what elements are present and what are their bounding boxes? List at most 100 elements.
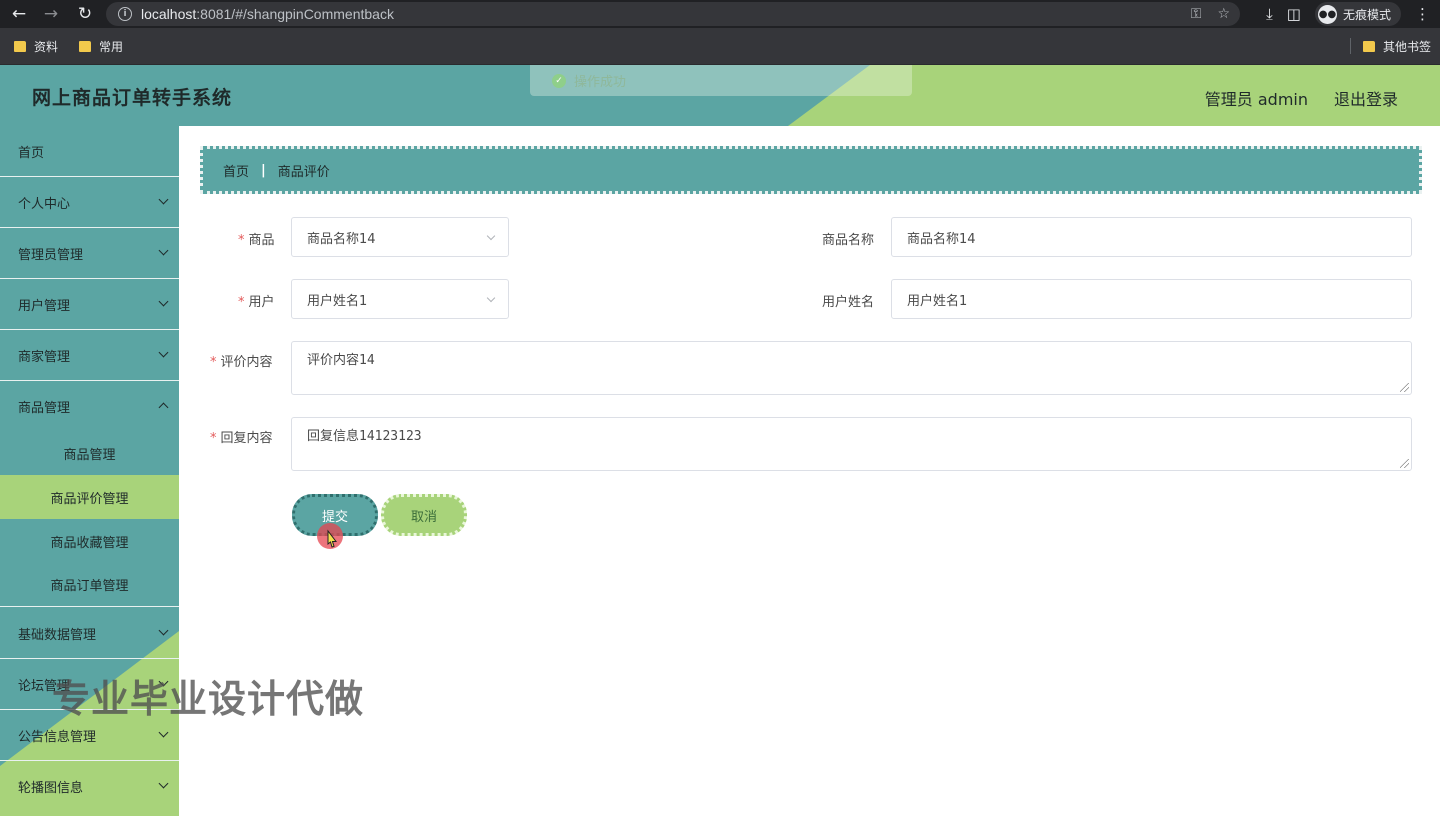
sidebar-item-label: 首页: [18, 145, 45, 161]
reply-textarea[interactable]: 回复信息14123123: [291, 417, 1412, 471]
sidebar-subitem-product-favorite[interactable]: 商品收藏管理: [0, 519, 179, 563]
url-path: :8081/#/shangpinCommentback: [196, 6, 394, 22]
sidebar-item-label: 商品管理: [18, 401, 71, 416]
comment-label: * 评价内容: [210, 351, 273, 370]
product-name-value: 商品名称14: [907, 231, 976, 247]
star-icon[interactable]: ☆: [1217, 6, 1230, 22]
sidebar-item-label: 轮播图信息: [18, 781, 84, 796]
back-icon[interactable]: ←: [4, 0, 34, 28]
user-label: * 用户: [238, 291, 275, 310]
sidebar-item-personal-center[interactable]: 个人中心: [0, 177, 179, 228]
chevron-down-icon: [158, 625, 169, 636]
sidebar-item-admin-manage[interactable]: 管理员管理: [0, 228, 179, 279]
reply-label-text: 回复内容: [220, 431, 273, 446]
folder-icon: [79, 41, 91, 52]
bookmark-folder-ziliao[interactable]: 资料: [14, 38, 58, 55]
user-select-value: 用户姓名1: [307, 293, 368, 309]
toast-message: 操作成功: [574, 75, 627, 90]
sidebar-item-label: 个人中心: [18, 196, 71, 212]
sidebar-subitem-product-comment[interactable]: 商品评价管理: [0, 475, 179, 519]
breadcrumb-current: 商品评价: [277, 164, 330, 180]
breadcrumb-separator: |: [261, 162, 266, 178]
sidebar-item-label: 基础数据管理: [18, 627, 97, 643]
forward-icon[interactable]: →: [36, 0, 66, 28]
sidebar-subitem-label: 商品订单管理: [50, 579, 129, 594]
sidebar-item-home[interactable]: 首页: [0, 126, 179, 177]
watermark-text: 专业毕业设计代做: [52, 677, 365, 721]
folder-icon: [1363, 41, 1375, 52]
chevron-down-icon: [158, 347, 169, 358]
app-title: 网上商品订单转手系统: [32, 87, 233, 109]
sidebar-item-label: 公告信息管理: [18, 729, 97, 745]
chevron-up-icon: [158, 402, 169, 413]
product-select[interactable]: 商品名称14: [291, 217, 509, 257]
user-label-text: 用户: [248, 295, 275, 310]
check-icon: ✓: [552, 73, 566, 88]
chevron-down-icon: [158, 245, 169, 256]
user-name-field[interactable]: 用户姓名1: [891, 279, 1412, 319]
product-label: * 商品: [238, 229, 275, 248]
breadcrumb: 首页 | 商品评价: [200, 146, 1422, 194]
user-select[interactable]: 用户姓名1: [291, 279, 509, 319]
bookmarks-bar: 资料 常用 其他书签: [0, 28, 1440, 65]
bookmark-folder-other[interactable]: 其他书签: [1363, 38, 1431, 55]
sidebar-item-carousel[interactable]: 轮播图信息: [0, 761, 179, 812]
product-select-value: 商品名称14: [307, 231, 376, 247]
cancel-button[interactable]: 取消: [381, 494, 467, 536]
sidebar-item-product-manage[interactable]: 商品管理: [0, 381, 179, 432]
sidebar-item-basic-data[interactable]: 基础数据管理: [0, 608, 179, 659]
url-host: localhost: [141, 6, 197, 22]
app-header: 网上商品订单转手系统 ✓ 操作成功 管理员 admin 退出登录: [0, 65, 1440, 126]
address-bar[interactable]: i localhost:8081/#/shangpinCommentback ⚿…: [106, 2, 1240, 26]
sidebar-subitem-product-order[interactable]: 商品订单管理: [0, 563, 179, 607]
url-text[interactable]: localhost:8081/#/shangpinCommentback: [141, 6, 394, 22]
required-mark: *: [238, 233, 245, 248]
site-info-icon[interactable]: i: [118, 7, 132, 21]
sidebar-item-label: 用户管理: [18, 298, 71, 314]
sidepanel-icon[interactable]: ◫: [1287, 5, 1301, 23]
sidebar-item-label: 管理员管理: [18, 247, 84, 263]
chevron-down-icon: [158, 778, 169, 789]
browser-toolbar: ← → ↻ i localhost:8081/#/shangpinComment…: [0, 0, 1440, 28]
chevron-down-icon: [158, 296, 169, 307]
reload-icon[interactable]: ↻: [70, 0, 100, 28]
breadcrumb-home[interactable]: 首页: [223, 161, 249, 180]
current-user: 管理员 admin: [1204, 90, 1308, 109]
pointer-cursor-icon: [317, 523, 343, 549]
download-icon[interactable]: ⤓: [1266, 5, 1273, 23]
sidebar-item-user-manage[interactable]: 用户管理: [0, 279, 179, 330]
bookmark-label: 常用: [99, 40, 124, 54]
chevron-down-icon: [486, 293, 496, 303]
sidebar-subitem-label: 商品收藏管理: [50, 535, 129, 551]
reply-value: 回复信息14123123: [307, 429, 422, 444]
bookmark-label: 资料: [34, 40, 59, 54]
resize-grip-icon[interactable]: [1400, 383, 1409, 392]
bookmark-folder-changyong[interactable]: 常用: [79, 38, 123, 55]
bookmark-divider: [1350, 38, 1351, 54]
user-name-label: 用户姓名: [822, 295, 875, 310]
required-mark: *: [238, 295, 245, 310]
menu-icon[interactable]: ⋮: [1415, 5, 1430, 23]
sidebar-subitem-label: 商品评价管理: [50, 491, 129, 507]
sidebar-item-merchant-manage[interactable]: 商家管理: [0, 330, 179, 381]
sidebar-item-label: 商家管理: [18, 349, 71, 365]
bookmark-label: 其他书签: [1383, 40, 1432, 54]
success-toast: ✓ 操作成功: [530, 65, 912, 96]
required-mark: *: [210, 431, 217, 446]
logout-link[interactable]: 退出登录: [1334, 86, 1398, 110]
sidebar-subitem-label: 商品管理: [63, 447, 116, 463]
chevron-down-icon: [158, 194, 169, 205]
key-icon[interactable]: ⚿: [1191, 6, 1202, 22]
product-label-text: 商品: [248, 233, 275, 248]
incognito-badge[interactable]: ●● 无痕模式: [1314, 2, 1401, 26]
product-name-field[interactable]: 商品名称14: [891, 217, 1412, 257]
incognito-label: 无痕模式: [1342, 7, 1391, 22]
comment-label-text: 评价内容: [220, 355, 273, 370]
chevron-down-icon: [486, 231, 496, 241]
comment-textarea[interactable]: 评价内容14: [291, 341, 1412, 395]
reply-label: * 回复内容: [210, 427, 273, 446]
product-name-label: 商品名称: [822, 233, 875, 248]
sidebar-subitem-product[interactable]: 商品管理: [0, 431, 179, 475]
user-name-value: 用户姓名1: [907, 293, 968, 309]
resize-grip-icon[interactable]: [1400, 459, 1409, 468]
